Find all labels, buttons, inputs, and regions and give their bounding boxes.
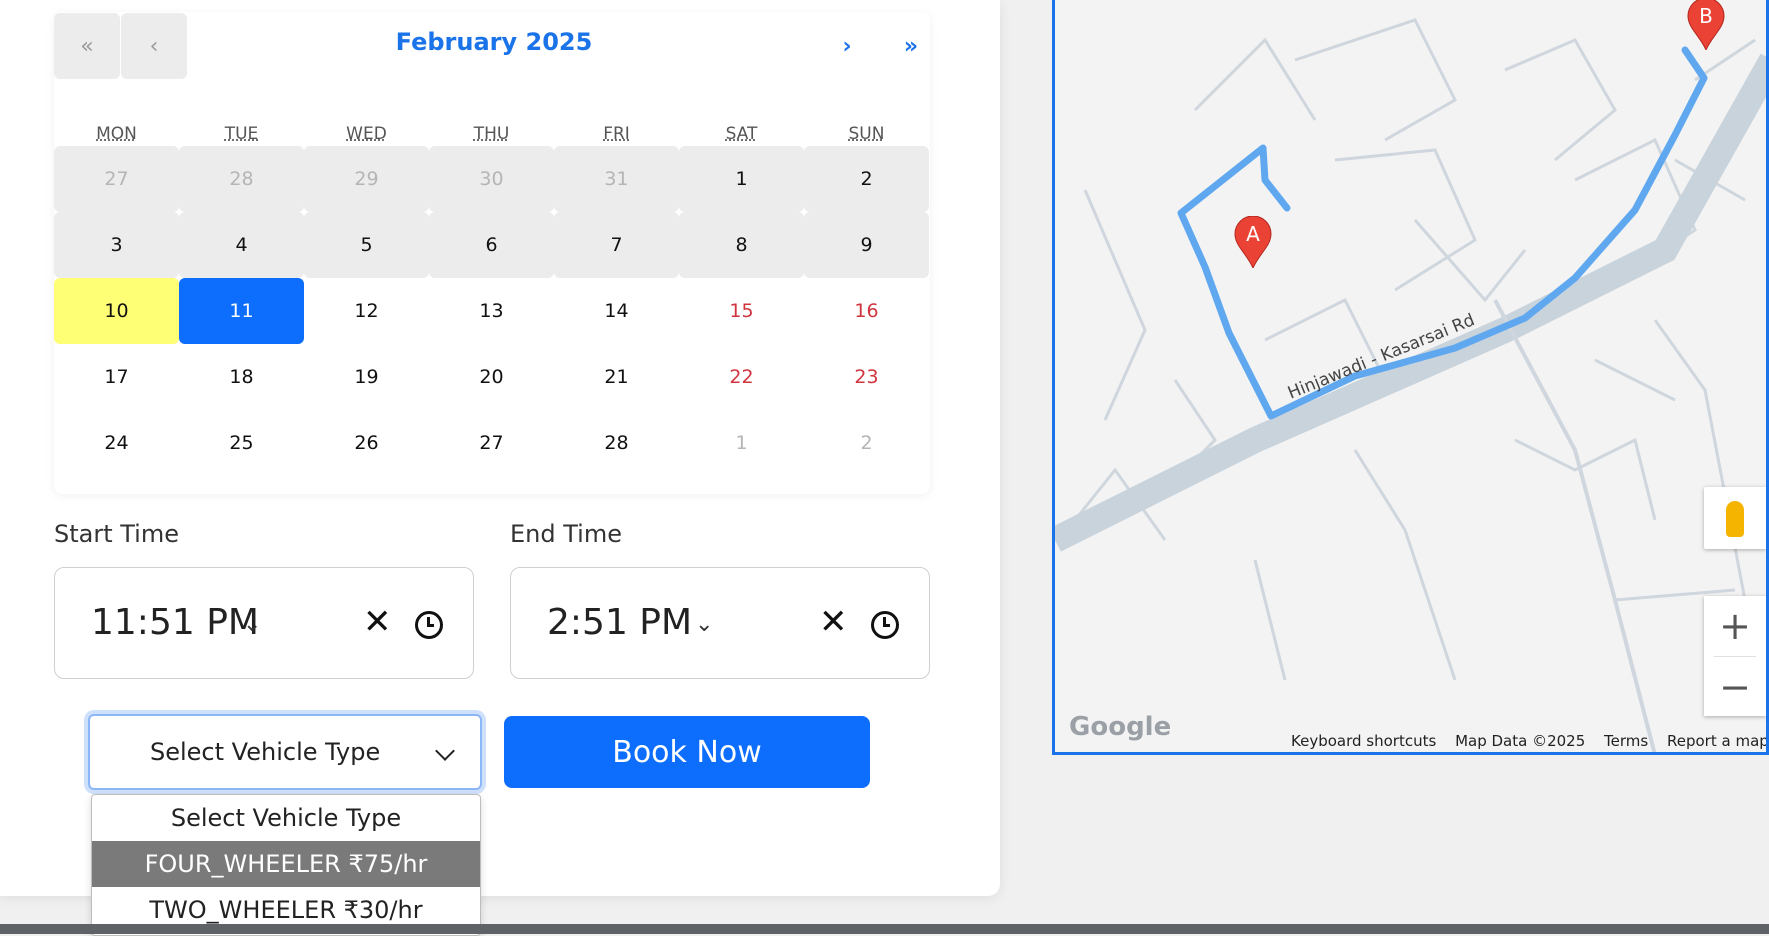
vehicle-type-select[interactable]: Select Vehicle Type [88, 714, 482, 790]
vehicle-option[interactable]: FOUR_WHEELER ₹75/hr [92, 841, 480, 887]
calendar-day[interactable]: 30 [429, 146, 554, 212]
pegman-icon[interactable] [1726, 501, 1744, 537]
weekday-header: WED [346, 124, 387, 144]
close-icon[interactable]: ✕ [819, 602, 848, 642]
calendar-day[interactable]: 18 [179, 344, 304, 410]
prev-year-button[interactable]: « [54, 13, 120, 79]
google-logo[interactable]: Google [1069, 712, 1171, 742]
start-time-field[interactable]: 11:51 PM ⌄ ✕ [54, 567, 474, 679]
report-map-error-link[interactable]: Report a map error [1667, 732, 1766, 750]
calendar-day[interactable]: 11 [179, 278, 304, 344]
zoom-in-button[interactable]: + [1704, 596, 1766, 656]
calendar-day[interactable]: 22 [679, 344, 804, 410]
calendar-day[interactable]: 7 [554, 212, 679, 278]
calendar-day[interactable]: 4 [179, 212, 304, 278]
chevron-down-icon [435, 741, 455, 761]
calendar-day[interactable]: 28 [179, 146, 304, 212]
calendar-day[interactable]: 21 [554, 344, 679, 410]
end-time-label: End Time [510, 520, 622, 548]
month-label[interactable]: February 2025 [354, 28, 634, 56]
map-data-text: Map Data ©2025 [1455, 732, 1586, 750]
marker-a-label: A [1246, 222, 1260, 246]
map-canvas[interactable] [1055, 0, 1769, 755]
calendar: « ‹ February 2025 › » MON TUE WED THU FRI SAT… [54, 12, 930, 494]
calendar-day[interactable]: 2 [804, 146, 929, 212]
booking-card: « ‹ February 2025 › » MON TUE WED THU FRI SAT… [0, 0, 1000, 896]
calendar-day[interactable]: 26 [304, 410, 429, 476]
calendar-day[interactable]: 9 [804, 212, 929, 278]
weekday-header: SUN [848, 124, 885, 144]
calendar-day[interactable]: 5 [304, 212, 429, 278]
calendar-day[interactable]: 19 [304, 344, 429, 410]
street-view-pegman[interactable] [1704, 487, 1766, 549]
calendar-day[interactable]: 28 [554, 410, 679, 476]
calendar-day[interactable]: 20 [429, 344, 554, 410]
next-month-button[interactable]: › [814, 13, 880, 79]
calendar-day[interactable]: 1 [679, 146, 804, 212]
calendar-day[interactable]: 1 [679, 410, 804, 476]
keyboard-shortcuts-link[interactable]: Keyboard shortcuts [1291, 732, 1436, 750]
weekday-header: THU [473, 124, 510, 144]
calendar-day[interactable]: 6 [429, 212, 554, 278]
calendar-day[interactable]: 17 [54, 344, 179, 410]
vehicle-type-dropdown: Select Vehicle Type FOUR_WHEELER ₹75/hr … [91, 794, 481, 936]
zoom-control: + − [1704, 596, 1766, 716]
calendar-day[interactable]: 27 [429, 410, 554, 476]
calendar-day[interactable]: 8 [679, 212, 804, 278]
calendar-day[interactable]: 29 [304, 146, 429, 212]
calendar-day[interactable]: 31 [554, 146, 679, 212]
bottom-bar [0, 924, 1769, 934]
calendar-day[interactable]: 23 [804, 344, 929, 410]
calendar-day[interactable]: 13 [429, 278, 554, 344]
calendar-day[interactable]: 16 [804, 278, 929, 344]
calendar-day[interactable]: 24 [54, 410, 179, 476]
start-time-value[interactable]: 11:51 PM [91, 602, 259, 643]
zoom-out-button[interactable]: − [1704, 657, 1766, 717]
clock-icon[interactable] [415, 611, 443, 639]
vehicle-type-value: Select Vehicle Type [150, 738, 381, 766]
map-attribution: Keyboard shortcuts Map Data ©2025 Terms … [1291, 732, 1766, 750]
calendar-day[interactable]: 15 [679, 278, 804, 344]
weekday-header: SAT [725, 124, 758, 144]
calendar-day[interactable]: 27 [54, 146, 179, 212]
terms-link[interactable]: Terms [1604, 732, 1648, 750]
weekday-header: MON [96, 124, 137, 144]
calendar-day[interactable]: 25 [179, 410, 304, 476]
calendar-day[interactable]: 3 [54, 212, 179, 278]
marker-b[interactable]: B [1686, 0, 1726, 50]
prev-month-button[interactable]: ‹ [121, 13, 187, 79]
next-year-button[interactable]: » [878, 13, 944, 79]
end-time-value[interactable]: 2:51 PM [547, 602, 692, 643]
calendar-day[interactable]: 12 [304, 278, 429, 344]
chevron-down-icon[interactable]: ⌄ [243, 612, 261, 637]
marker-b-label: B [1699, 4, 1713, 28]
vehicle-option[interactable]: Select Vehicle Type [92, 795, 480, 841]
start-time-label: Start Time [54, 520, 179, 548]
calendar-day[interactable]: 14 [554, 278, 679, 344]
book-now-button[interactable]: Book Now [504, 716, 870, 788]
route-map[interactable]: Hinjawadi - Kasarsai Rd A B + − Google K… [1052, 0, 1769, 755]
chevron-down-icon[interactable]: ⌄ [695, 612, 713, 637]
end-time-field[interactable]: 2:51 PM ⌄ ✕ [510, 567, 930, 679]
weekday-header: FRI [603, 124, 630, 144]
weekday-header: TUE [224, 124, 259, 144]
calendar-day[interactable]: 2 [804, 410, 929, 476]
clock-icon[interactable] [871, 611, 899, 639]
calendar-day[interactable]: 10 [54, 278, 179, 344]
close-icon[interactable]: ✕ [363, 602, 392, 642]
marker-a[interactable]: A [1233, 216, 1273, 268]
